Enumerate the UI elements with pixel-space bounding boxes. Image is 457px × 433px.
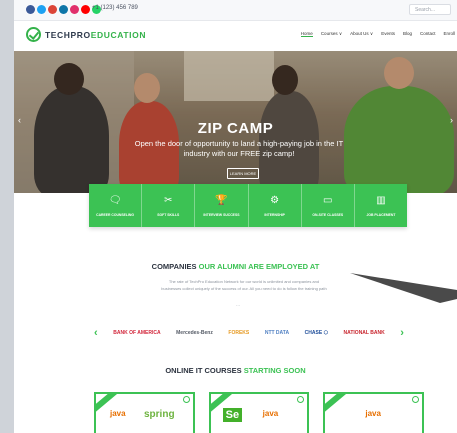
feature-soft-skills[interactable]: ✂ SOFT SKILLS [142,184,196,227]
phone-number: +1 (123) 456 789 [92,5,138,11]
feature-label: INTERVIEW SUCCESS [203,212,240,217]
nav-menu: Home Courses ∨ About Us ∨ Events Blog Co… [300,31,455,37]
companies-more: ··· [236,303,240,308]
gear-icon: ⚙ [270,194,280,206]
feature-internship[interactable]: ⚙ INTERNSHIP [249,184,302,227]
card-ribbon [325,394,351,417]
twitter-icon[interactable] [37,5,46,14]
feature-label: SOFT SKILLS [157,212,180,217]
carousel-next-icon[interactable]: › [400,327,404,339]
instagram-icon[interactable] [70,5,79,14]
feature-label: JOB PLACEMENT [366,212,396,217]
logo-ntt-data: NTT DATA [264,330,290,336]
checkmark-logo-icon [26,27,41,42]
java-logo: java [365,409,381,418]
linkedin-icon[interactable] [59,5,68,14]
browser-page: +1 (123) 456 789 Search... TECHPROEDUCAT… [14,0,457,433]
check-icon [412,396,420,403]
nav-events[interactable]: Events [381,31,395,37]
hero-subtitle: Open the door of opportunity to land a h… [134,139,344,158]
companies-title: COMPANIES OUR ALUMNI ARE EMPLOYED AT [14,262,457,271]
company-logos-carousel: ‹ BANK OF AMERICA Mercedes-Benz FOREKS N… [94,321,404,345]
courses-title: ONLINE IT COURSES STARTING SOON [14,366,457,375]
logo-bank-of-america: BANK OF AMERICA [113,330,161,336]
logo-foreks: FOREKS [228,330,250,336]
nav-blog[interactable]: Blog [403,31,412,37]
trophy-icon: 🏆 [215,194,228,206]
nav-about[interactable]: About Us ∨ [350,31,373,37]
feature-label: ON-SITE CLASSES [312,212,344,217]
feature-onsite-classes[interactable]: ▭ ON-SITE CLASSES [302,184,355,227]
feature-job-placement[interactable]: ▥ JOB PLACEMENT [355,184,407,227]
course-card[interactable]: Se java [208,392,310,433]
logo-chase: CHASE ⬡ [304,330,328,336]
carousel-prev-icon[interactable]: ‹ [94,327,98,339]
feature-label: CAREER COUNSELING [96,212,135,217]
feature-interview-success[interactable]: 🏆 INTERVIEW SUCCESS [195,184,249,227]
nav-contact[interactable]: Contact [420,31,436,37]
logo-mercedes-benz: Mercedes-Benz [176,330,213,336]
courses-title-plain: ONLINE IT COURSES [165,366,244,375]
logo-text: TECHPROEDUCATION [45,30,146,40]
selenium-logo: Se [222,408,243,422]
java-logo: java [110,409,126,418]
features-bar: 🗨 CAREER COUNSELING ✂ SOFT SKILLS 🏆 INTE… [89,184,407,227]
main-navbar: TECHPROEDUCATION Home Courses ∨ About Us… [14,21,457,51]
site-logo[interactable]: TECHPROEDUCATION [26,27,146,42]
java-logo: java [262,409,279,418]
youtube-icon[interactable] [81,5,90,14]
course-cards: java spring Se java java [94,392,425,433]
nav-home[interactable]: Home [300,31,313,37]
companies-title-accent: OUR ALUMNI ARE EMPLOYED AT [198,262,320,271]
nav-courses[interactable]: Courses ∨ [321,31,342,37]
courses-title-accent: STARTING SOON [243,366,306,375]
hero-slider: ‹ › ZIP CAMP Open the door of opportunit… [14,51,457,193]
search-input[interactable]: Search... [409,4,451,15]
book-icon: ▥ [376,194,386,206]
facebook-icon[interactable] [26,5,35,14]
check-icon [182,396,190,403]
companies-title-plain: COMPANIES [151,262,199,271]
course-card[interactable]: java spring [94,392,195,433]
check-icon [297,396,305,403]
companies-description: The rate of TechPro Education Network fo… [161,279,327,291]
slides-icon: ▭ [323,194,333,206]
logo-prefix: TECHPRO [45,29,91,40]
hero-title: ZIP CAMP [197,120,274,137]
course-card[interactable]: java [323,392,425,433]
top-bar: +1 (123) 456 789 Search... [14,0,457,21]
feature-label: INTERNSHIP [264,212,285,217]
logo-suffix: EDUCATION [90,29,147,40]
tools-icon: ✂ [164,194,173,206]
spring-logo: spring [144,409,175,420]
chat-icon: 🗨 [108,194,122,206]
logo-national-bank: NATIONAL BANK [343,330,385,336]
social-icons [26,5,101,14]
feature-career-counseling[interactable]: 🗨 CAREER COUNSELING [89,184,143,227]
google-plus-icon[interactable] [48,5,57,14]
hero-learn-more-button[interactable]: LEARN MORE [227,168,259,179]
nav-enroll[interactable]: Enroll [443,31,455,37]
